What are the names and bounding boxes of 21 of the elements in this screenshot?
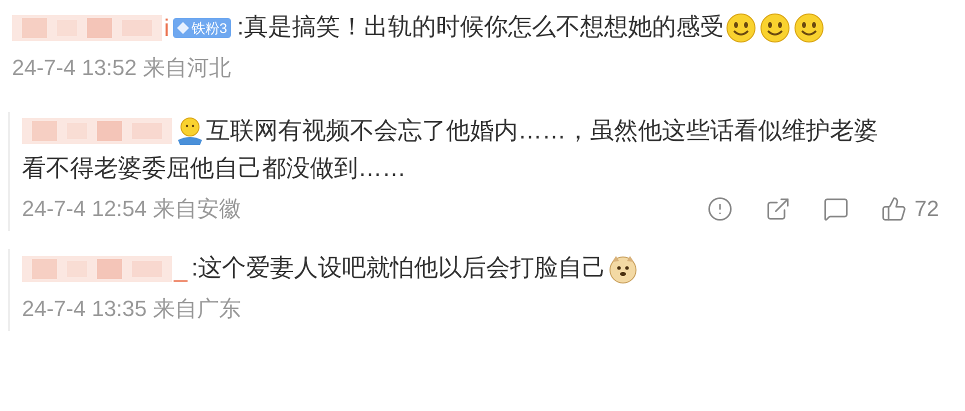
like-count: 72 — [914, 195, 939, 224]
comment-time: 24-7-4 12:54 来自安徽 — [22, 195, 241, 224]
comment-time: 24-7-4 13:52 来自河北 — [12, 54, 231, 82]
comment-icon[interactable] — [822, 196, 849, 222]
comment-text: :真是搞笑！出轨的时候你怎么不想想她的感受 — [237, 14, 724, 41]
badge-label: 铁粉3 — [191, 18, 228, 38]
shrug-emoji-icon — [176, 116, 204, 146]
share-icon[interactable] — [764, 196, 791, 222]
smiley-emoji-icon — [726, 12, 756, 43]
smiley-emoji-icon — [794, 12, 824, 43]
alert-icon[interactable] — [706, 196, 733, 222]
like-icon[interactable] — [880, 196, 907, 222]
comment-text: 看不得老婆委屈他自己都没做到…… — [22, 154, 406, 184]
diamond-icon — [177, 22, 190, 34]
user-name[interactable]: i — [164, 16, 170, 41]
dog-emoji-icon — [608, 254, 638, 284]
comment-time: 24-7-4 13:35 来自广东 — [22, 294, 241, 323]
comment-text: :这个爱妻人设吧就怕他以后会打脸自己 — [191, 254, 606, 282]
comment-text: 互联网有视频不会忘了他婚内……，虽然他这些话看似维护老婆 — [206, 117, 878, 144]
smiley-emoji-icon — [760, 12, 790, 43]
user-name[interactable]: _ — [174, 258, 188, 282]
